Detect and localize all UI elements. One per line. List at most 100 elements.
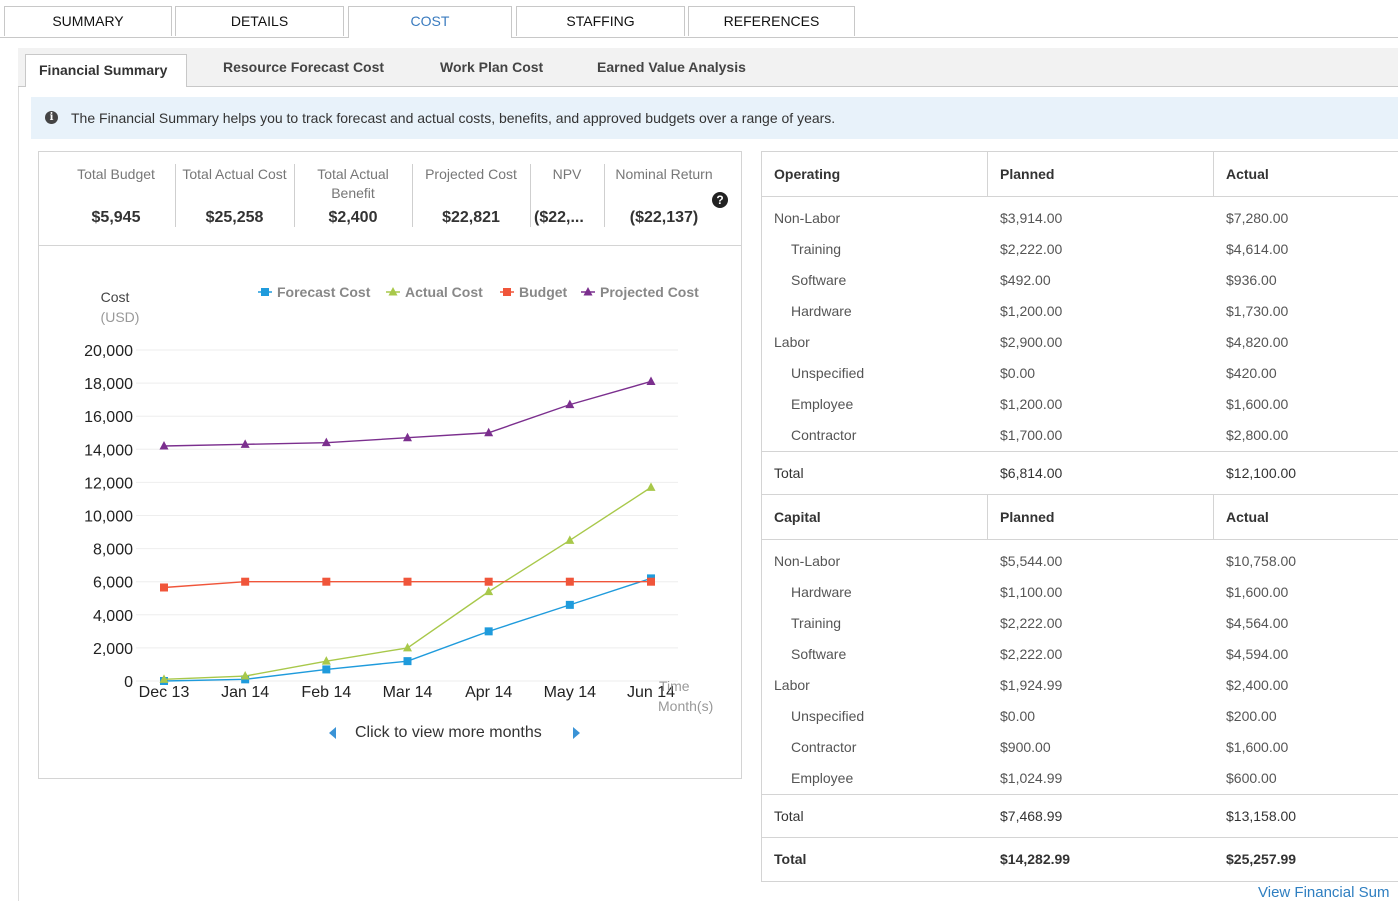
table-row: Employee $1,024.99 $600.00 <box>762 763 1398 794</box>
actual-value: Actual <box>1226 509 1269 525</box>
actual-value: $13,158.00 <box>1226 808 1297 824</box>
planned-value: $2,222.00 <box>1000 615 1063 631</box>
table-row: Training $2,222.00 $4,614.00 <box>762 234 1398 265</box>
planned-value: $1,024.99 <box>1000 770 1063 786</box>
metric-value: $2,400 <box>328 209 378 226</box>
table-row: Training $2,222.00 $4,564.00 <box>762 608 1398 639</box>
planned-value: $1,100.00 <box>1000 584 1063 600</box>
tab-references[interactable]: REFERENCES <box>688 6 855 36</box>
y-tick-label: 20,000 <box>84 343 133 360</box>
row-label: Unspecified <box>791 708 865 724</box>
grand-total-row: Total $14,282.99 $25,257.99 <box>762 838 1398 882</box>
row-label: Total <box>774 465 804 481</box>
planned-value: $0.00 <box>1000 365 1036 381</box>
y-tick-label: 18,000 <box>84 376 133 393</box>
legend-label: Actual Cost <box>405 284 483 300</box>
data-point <box>647 577 655 586</box>
metric-label: Total Actual Cost <box>182 166 287 182</box>
row-label: Non-Labor <box>774 553 841 569</box>
row-label: Contractor <box>791 427 857 443</box>
column-divider <box>1213 152 1214 196</box>
data-point <box>646 482 656 491</box>
table-row: Employee $1,200.00 $1,600.00 <box>762 389 1398 420</box>
row-label: Hardware <box>791 584 852 600</box>
info-banner: i The Financial Summary helps you to tra… <box>31 97 1398 139</box>
row-label: Employee <box>791 396 854 412</box>
row-label: Operating <box>774 166 841 182</box>
metric-value: $22,821 <box>442 209 500 226</box>
table-row: Unspecified $0.00 $200.00 <box>762 701 1398 732</box>
row-label: Training <box>791 615 842 631</box>
view-financial-summary-link[interactable]: View Financial Sum <box>1258 884 1389 901</box>
table-row: Contractor $1,700.00 $2,800.00 <box>762 420 1398 451</box>
actual-value: $4,594.00 <box>1226 646 1289 662</box>
metric-label: NPV <box>552 166 582 182</box>
subtab-financial-summary[interactable]: Financial Summary <box>25 54 187 87</box>
data-point <box>565 535 575 544</box>
data-point <box>322 665 331 674</box>
subtab-work-plan-cost[interactable]: Work Plan Cost <box>440 48 543 86</box>
table-row: Hardware $1,200.00 $1,730.00 <box>762 296 1398 327</box>
actual-value: $4,614.00 <box>1226 241 1289 257</box>
row-label: Contractor <box>791 739 857 755</box>
view-more-months-link[interactable]: Click to view more months <box>355 724 542 742</box>
column-divider <box>987 495 988 539</box>
operating-total-row: Total $6,814.00 $12,100.00 <box>762 451 1398 495</box>
x-tick-label: Feb 14 <box>301 684 351 701</box>
row-label: Employee <box>791 770 854 786</box>
tab-details[interactable]: DETAILS <box>175 6 344 36</box>
planned-value: $900.00 <box>1000 739 1051 755</box>
table-row: Software $492.00 $936.00 <box>762 265 1398 296</box>
table-row: Non-Labor $5,544.00 $10,758.00 <box>762 546 1398 577</box>
metric-nominal-return: Nominal Return ($22,137) <box>605 152 723 245</box>
data-point <box>484 586 494 596</box>
planned-value: $1,200.00 <box>1000 396 1063 412</box>
capital-total-row: Total $7,468.99 $13,158.00 <box>762 794 1398 838</box>
previous-months-arrow-icon[interactable] <box>329 727 336 739</box>
actual-value: $12,100.00 <box>1226 465 1297 481</box>
legend-marker <box>503 288 511 296</box>
y-tick-label: 8,000 <box>93 542 133 559</box>
metric-total-actual-benefit: Total Actual Benefit $2,400 <box>301 152 405 245</box>
data-point <box>565 600 574 609</box>
metric-value: ($22,137) <box>629 209 699 226</box>
actual-value: $420.00 <box>1226 365 1277 381</box>
legend-label: Projected Cost <box>600 284 699 300</box>
legend-label: Forecast Cost <box>277 284 371 300</box>
actual-value: $200.00 <box>1226 708 1277 724</box>
table-row: Labor $2,900.00 $4,820.00 <box>762 327 1398 358</box>
subtab-earned-value-analysis[interactable]: Earned Value Analysis <box>597 48 746 86</box>
tab-summary[interactable]: SUMMARY <box>4 6 172 36</box>
actual-value: Actual <box>1226 166 1269 182</box>
data-point <box>484 577 493 586</box>
actual-value: $25,257.99 <box>1226 851 1297 867</box>
capital-header-row: Capital Planned Actual <box>762 495 1398 540</box>
metric-npv: NPV ($22,... <box>532 152 602 245</box>
tab-cost[interactable]: COST <box>348 6 512 38</box>
planned-value: $3,914.00 <box>1000 210 1063 226</box>
planned-value: $2,222.00 <box>1000 241 1063 257</box>
next-months-arrow-icon[interactable] <box>573 727 580 739</box>
x-tick-label: May 14 <box>544 684 597 701</box>
row-label: Training <box>791 241 842 257</box>
info-text: The Financial Summary helps you to track… <box>71 110 836 126</box>
actual-value: $7,280.00 <box>1226 210 1289 226</box>
subtab-resource-forecast-cost[interactable]: Resource Forecast Cost <box>223 48 384 86</box>
row-label: Labor <box>774 677 810 693</box>
y-tick-label: 0 <box>124 674 133 691</box>
series-line <box>163 577 652 682</box>
y-tick-label: 16,000 <box>84 409 133 426</box>
legend-label: Budget <box>519 284 568 300</box>
tab-staffing[interactable]: STAFFING <box>516 6 685 36</box>
metric-projected-cost: Projected Cost $22,821 <box>413 152 529 245</box>
row-label: Labor <box>774 334 810 350</box>
row-label: Total <box>774 851 807 867</box>
y-axis-unit: (USD) <box>101 309 140 325</box>
question-icon[interactable]: ? <box>712 192 728 208</box>
row-label: Capital <box>774 509 821 525</box>
actual-value: $4,820.00 <box>1226 334 1289 350</box>
top-tab-bar: SUMMARY DETAILS COST STAFFING REFERENCES <box>0 0 1398 38</box>
actual-value: $4,564.00 <box>1226 615 1289 631</box>
x-tick-label: Jan 14 <box>221 684 269 701</box>
operating-header-row: Operating Planned Actual <box>762 152 1398 197</box>
